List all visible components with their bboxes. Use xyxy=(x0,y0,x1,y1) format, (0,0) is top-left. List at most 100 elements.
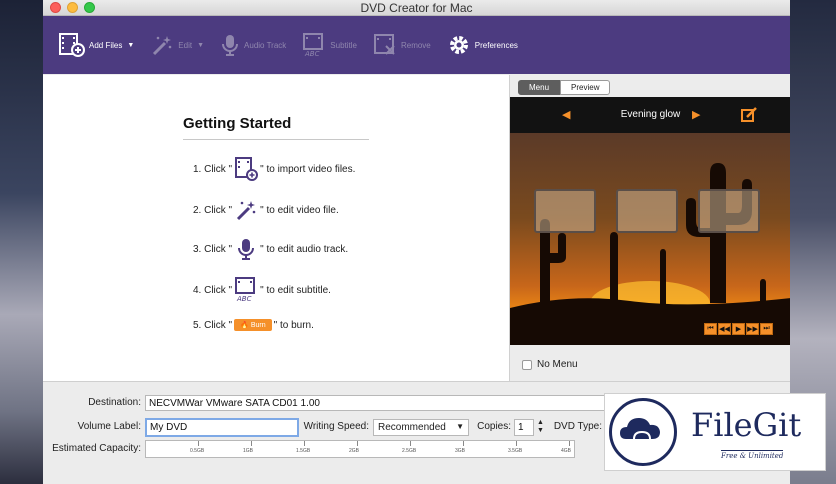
svg-text:ABC: ABC xyxy=(236,295,252,303)
step-3-prefix: 3. Click " xyxy=(193,243,233,255)
watermark-logo: FileGit Free & Unlimited xyxy=(604,393,826,471)
no-menu-checkbox[interactable] xyxy=(522,359,532,370)
cactus-silhouette-icon xyxy=(510,163,790,345)
volume-label-input[interactable]: My DVD xyxy=(145,418,299,437)
tab-preview[interactable]: Preview xyxy=(560,80,611,95)
menu-theme-bar: ◀ Evening glow ▶ xyxy=(510,97,790,133)
edit-theme-icon[interactable] xyxy=(740,106,758,124)
capacity-tick-mark xyxy=(198,441,199,446)
capacity-tick-label: 0.5GB xyxy=(190,448,205,454)
audio-track-button[interactable]: Audio Track xyxy=(220,30,286,60)
chapter-thumbnail-2[interactable] xyxy=(616,189,678,233)
subtitle-button[interactable]: ABC Subtitle xyxy=(302,30,357,60)
view-segmented-control: Menu Preview xyxy=(518,80,611,95)
tab-menu[interactable]: Menu xyxy=(518,80,561,95)
estimated-capacity-label: Estimated Capacity: xyxy=(52,443,141,454)
chapter-thumbnail-3[interactable] xyxy=(698,189,760,233)
capacity-tick-mark xyxy=(410,441,411,446)
no-menu-option[interactable]: No Menu xyxy=(522,359,578,370)
edit-label: Edit xyxy=(178,40,193,50)
edit-button[interactable]: Edit ▼ xyxy=(150,30,204,60)
subtitle-icon: ABC xyxy=(303,33,324,57)
window-title: DVD Creator for Mac xyxy=(360,1,473,15)
preferences-button[interactable]: Preferences xyxy=(447,30,518,60)
step-4-prefix: 4. Click " xyxy=(193,284,233,296)
capacity-tick-label: 2.5GB xyxy=(402,448,417,454)
title-bar: DVD Creator for Mac xyxy=(43,0,790,16)
capacity-tick-mark xyxy=(569,441,570,446)
step-5-suffix: " to burn. xyxy=(273,319,314,331)
microphone-icon xyxy=(222,35,239,56)
capacity-tick-label: 4GB xyxy=(561,448,572,454)
capacity-tick-label: 3GB xyxy=(455,448,466,454)
step-2-suffix: " to edit video file. xyxy=(260,204,339,216)
remove-video-icon xyxy=(373,34,395,55)
skip-last-icon[interactable]: ⏭ xyxy=(760,323,773,335)
fast-forward-icon[interactable]: ▶▶ xyxy=(746,323,759,335)
remove-button[interactable]: Remove xyxy=(373,30,431,60)
preferences-label: Preferences xyxy=(474,40,518,50)
copies-input[interactable]: 1 xyxy=(514,419,534,436)
add-video-icon xyxy=(59,33,85,57)
next-theme-icon[interactable]: ▶ xyxy=(692,108,700,121)
volume-label-label: Volume Label: xyxy=(77,421,141,432)
watermark-tagline: Free & Unlimited xyxy=(721,450,784,460)
preview-pane: Menu Preview ◀ Evening glow ▶ ⏮ ◀◀ ▶ ▶▶ … xyxy=(509,75,790,381)
microphone-icon xyxy=(238,239,255,260)
watermark-brand: FileGit xyxy=(691,406,802,444)
step-1: 1. Click " " to import video files. xyxy=(193,157,355,181)
step-3-suffix: " to edit audio track. xyxy=(260,243,349,255)
step-2-prefix: 2. Click " xyxy=(193,204,233,216)
step-4: 4. Click " ABC " to edit subtitle. xyxy=(193,277,331,303)
capacity-bar: 0.5GB1GB1.5GB2GB2.5GB3GB3.5GB4GB4.5GB xyxy=(145,440,628,458)
writing-speed-select[interactable]: Recommended ▼ xyxy=(373,419,469,436)
step-5-prefix: 5. Click " xyxy=(193,319,233,331)
step-1-suffix: " to import video files. xyxy=(260,163,356,175)
destination-label: Destination: xyxy=(88,397,141,408)
burn-chip-label: Burn xyxy=(250,321,266,329)
step-5: 5. Click " 🔥 Burn " to burn. xyxy=(193,319,314,331)
dvd-type-label: DVD Type: xyxy=(553,421,602,432)
subtitle-icon: ABC xyxy=(235,277,256,303)
flame-icon: 🔥 xyxy=(240,322,249,329)
toolbar: Add Files ▼ Edit ▼ Audio Track ABC Subti… xyxy=(43,16,790,74)
playback-controls: ⏮ ◀◀ ▶ ▶▶ ⏭ xyxy=(704,323,773,335)
subtitle-label: Subtitle xyxy=(330,40,357,50)
play-icon[interactable]: ▶ xyxy=(732,323,745,335)
writing-speed-value: Recommended xyxy=(378,422,446,433)
rewind-icon[interactable]: ◀◀ xyxy=(718,323,731,335)
copies-stepper[interactable]: ▲ ▼ xyxy=(537,419,544,435)
chevron-down-icon: ▼ xyxy=(456,422,464,431)
gear-icon xyxy=(449,36,468,54)
step-1-prefix: 1. Click " xyxy=(193,163,233,175)
add-files-button[interactable]: Add Files ▼ xyxy=(59,30,134,60)
menu-preview-image: ⏮ ◀◀ ▶ ▶▶ ⏭ xyxy=(510,133,790,345)
capacity-tick-mark xyxy=(251,441,252,446)
magic-wand-icon xyxy=(153,36,172,56)
chevron-down-icon: ▼ xyxy=(127,41,135,49)
capacity-tick-mark xyxy=(357,441,358,446)
remove-label: Remove xyxy=(400,40,431,50)
add-video-icon xyxy=(235,157,259,181)
capacity-tick-mark xyxy=(463,441,464,446)
capacity-tick-label: 1GB xyxy=(243,448,254,454)
skip-first-icon[interactable]: ⏮ xyxy=(704,323,717,335)
chevron-down-icon: ▼ xyxy=(197,41,205,49)
copies-label: Copies: xyxy=(477,421,511,432)
desktop-background-left xyxy=(0,0,44,484)
step-2: 2. Click " " to edit video file. xyxy=(193,198,339,222)
writing-speed-label: Writing Speed: xyxy=(303,421,369,432)
svg-text:ABC: ABC xyxy=(304,50,320,57)
getting-started-title: Getting Started xyxy=(183,115,369,140)
audio-track-label: Audio Track xyxy=(244,40,287,50)
step-4-suffix: " to edit subtitle. xyxy=(260,284,331,296)
capacity-tick-label: 2GB xyxy=(349,448,360,454)
capacity-tick-label: 3.5GB xyxy=(508,448,523,454)
magic-wand-icon xyxy=(237,201,256,221)
burn-chip: 🔥 Burn xyxy=(234,319,272,331)
step-3: 3. Click " " to edit audio track. xyxy=(193,237,348,261)
capacity-tick-mark xyxy=(516,441,517,446)
capacity-tick-mark xyxy=(304,441,305,446)
chapter-thumbnail-1[interactable] xyxy=(534,189,596,233)
no-menu-label: No Menu xyxy=(537,359,578,370)
